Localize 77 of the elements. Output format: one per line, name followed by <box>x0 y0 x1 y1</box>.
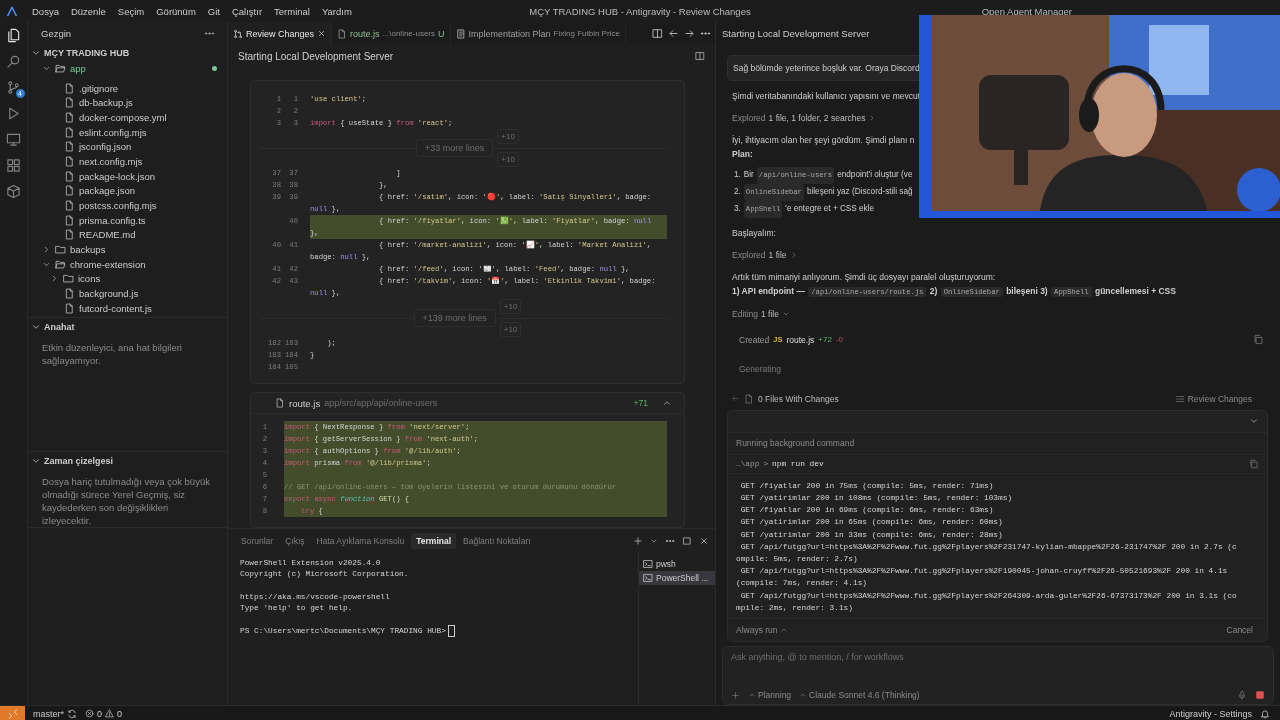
window-title: MÇY TRADING HUB - Antigravity - Review Changes <box>529 5 751 17</box>
removed-count: -0 <box>835 335 843 344</box>
message-text: İyi, ihtiyacım olan her şeyi gördüm. Şimdi planı n <box>732 134 916 147</box>
command-title: Running background command <box>728 432 1267 455</box>
menu-item[interactable]: Düzenle <box>64 3 112 19</box>
menu-item[interactable]: Yardım <box>315 3 358 19</box>
panel-title: Starting Local Development Server <box>722 28 870 39</box>
terminal-item[interactable]: PowerShell ... <box>639 571 715 585</box>
tree-item[interactable]: postcss.config.mjs <box>28 198 227 213</box>
file-link[interactable]: route.js <box>786 334 815 345</box>
menu-item[interactable]: Terminal <box>268 3 316 19</box>
menu-item[interactable]: Git <box>201 3 226 19</box>
file-name: route.js <box>289 397 321 409</box>
warning-count: 0 <box>117 708 123 719</box>
error-count: 0 <box>97 708 103 719</box>
panel-title: Gezgin <box>41 28 72 39</box>
tree-item[interactable]: package.json <box>28 183 227 199</box>
tree-item[interactable]: README.md <box>28 227 227 243</box>
action-label: Created <box>739 334 770 345</box>
review-changes-button[interactable]: Review Changes <box>1174 393 1252 404</box>
always-run-button[interactable]: Always run <box>736 625 788 635</box>
message-text: Artık tüm mimariyi anlıyorum. Şimdi üç dosyayı paralel oluşturuyorum: <box>732 271 997 284</box>
message-text: Başlayalım: <box>732 227 777 240</box>
added-count: +72 <box>818 335 832 344</box>
tree-item[interactable]: .gitignore <box>28 80 227 96</box>
panel-tab[interactable]: Çıkış <box>280 533 310 549</box>
tree-item[interactable]: docker-compose.yml <box>28 110 227 125</box>
step-label: Explored <box>732 112 766 125</box>
step-label: Editing <box>732 308 758 321</box>
tree-item[interactable]: app <box>28 61 227 76</box>
section-title: MÇY TRADING HUB <box>44 48 130 58</box>
editor-tab[interactable]: route.js ...\online-users U <box>332 22 451 45</box>
editor-tab[interactable]: Implementation Plan Fixing Futbin Price <box>450 22 626 45</box>
branch-name[interactable]: master* <box>33 708 64 719</box>
editor-heading: Starting Local Development Server <box>238 50 394 62</box>
chat-input[interactable]: Ask anything, @ to mention, / for workflows Planning Claude Sonnet 4.6 (Thinking) <box>722 646 1274 705</box>
section-title: Anahat <box>44 322 75 332</box>
panel-tab[interactable]: Terminal <box>411 533 457 549</box>
tree-item[interactable]: jsconfig.json <box>28 139 227 155</box>
step-detail: 1 file <box>761 308 779 321</box>
message-heading: Plan: <box>732 148 754 161</box>
info-message: Etkin düzenleyici, ana hat bilgileri sağlayamıyor. <box>41 341 183 367</box>
message-text: Şimdi veritabanındaki kullanıcı yapısını ve mevcut <box>732 90 922 103</box>
panel-tab[interactable]: Sorunlar <box>236 533 279 549</box>
status-text: Generating <box>738 364 783 374</box>
changes-label: 0 Files With Changes <box>758 393 839 404</box>
agent-manager-link[interactable]: Open Agent Manager <box>981 5 1072 17</box>
tree-item[interactable]: db-backup.js <box>28 95 227 111</box>
section-title: Zaman çizelgesi <box>44 456 114 466</box>
editor-tab[interactable]: Review Changes <box>228 22 333 45</box>
menu-item[interactable]: Seçim <box>111 3 151 19</box>
added-count: +71 <box>633 398 648 408</box>
tree-item[interactable]: chrome-extension <box>28 256 227 272</box>
step-label: Explored <box>732 249 766 262</box>
tree-item[interactable]: package-lock.json <box>28 168 227 184</box>
tree-item[interactable]: eslint.config.mjs <box>28 124 227 140</box>
tree-item[interactable]: futcord-content.js <box>28 301 227 316</box>
input-placeholder: Ask anything, @ to mention, / for workflows <box>731 652 905 662</box>
tree-item[interactable]: next.config.mjs <box>28 154 227 169</box>
panel-tab[interactable]: Hata Ayıklama Konsolu <box>311 533 410 549</box>
tree-item[interactable]: icons <box>28 271 227 287</box>
menu-item[interactable]: Çalıştır <box>225 3 269 19</box>
step-detail: 1 file <box>768 249 787 262</box>
mode-selector[interactable]: Planning <box>748 690 792 700</box>
menu-item[interactable]: Dosya <box>26 3 65 19</box>
tree-item[interactable]: backups <box>28 242 227 257</box>
settings-link[interactable]: Antigravity - Settings <box>1169 708 1252 719</box>
info-message: Dosya hariç tutulmadığı veya çok büyük olmadığı sürece Yerel Geçmiş, siz kaydederken son değişiklikleri izleyecektir. <box>41 475 211 527</box>
menu-item[interactable]: Görünüm <box>150 3 202 19</box>
terminal-item[interactable]: pwsh <box>639 557 715 571</box>
file-path: app/src/app/api/online-users <box>324 398 438 408</box>
tree-item[interactable]: prisma.config.ts <box>28 212 227 228</box>
step-detail: 1 file, 1 folder, 2 searches <box>768 112 866 125</box>
model-selector[interactable]: Claude Sonnet 4.6 (Thinking) <box>799 690 920 700</box>
panel-tab[interactable]: Bağlantı Noktaları <box>458 533 536 549</box>
cancel-button[interactable]: Cancel <box>1226 625 1253 635</box>
tree-item[interactable]: background.js <box>28 286 227 301</box>
